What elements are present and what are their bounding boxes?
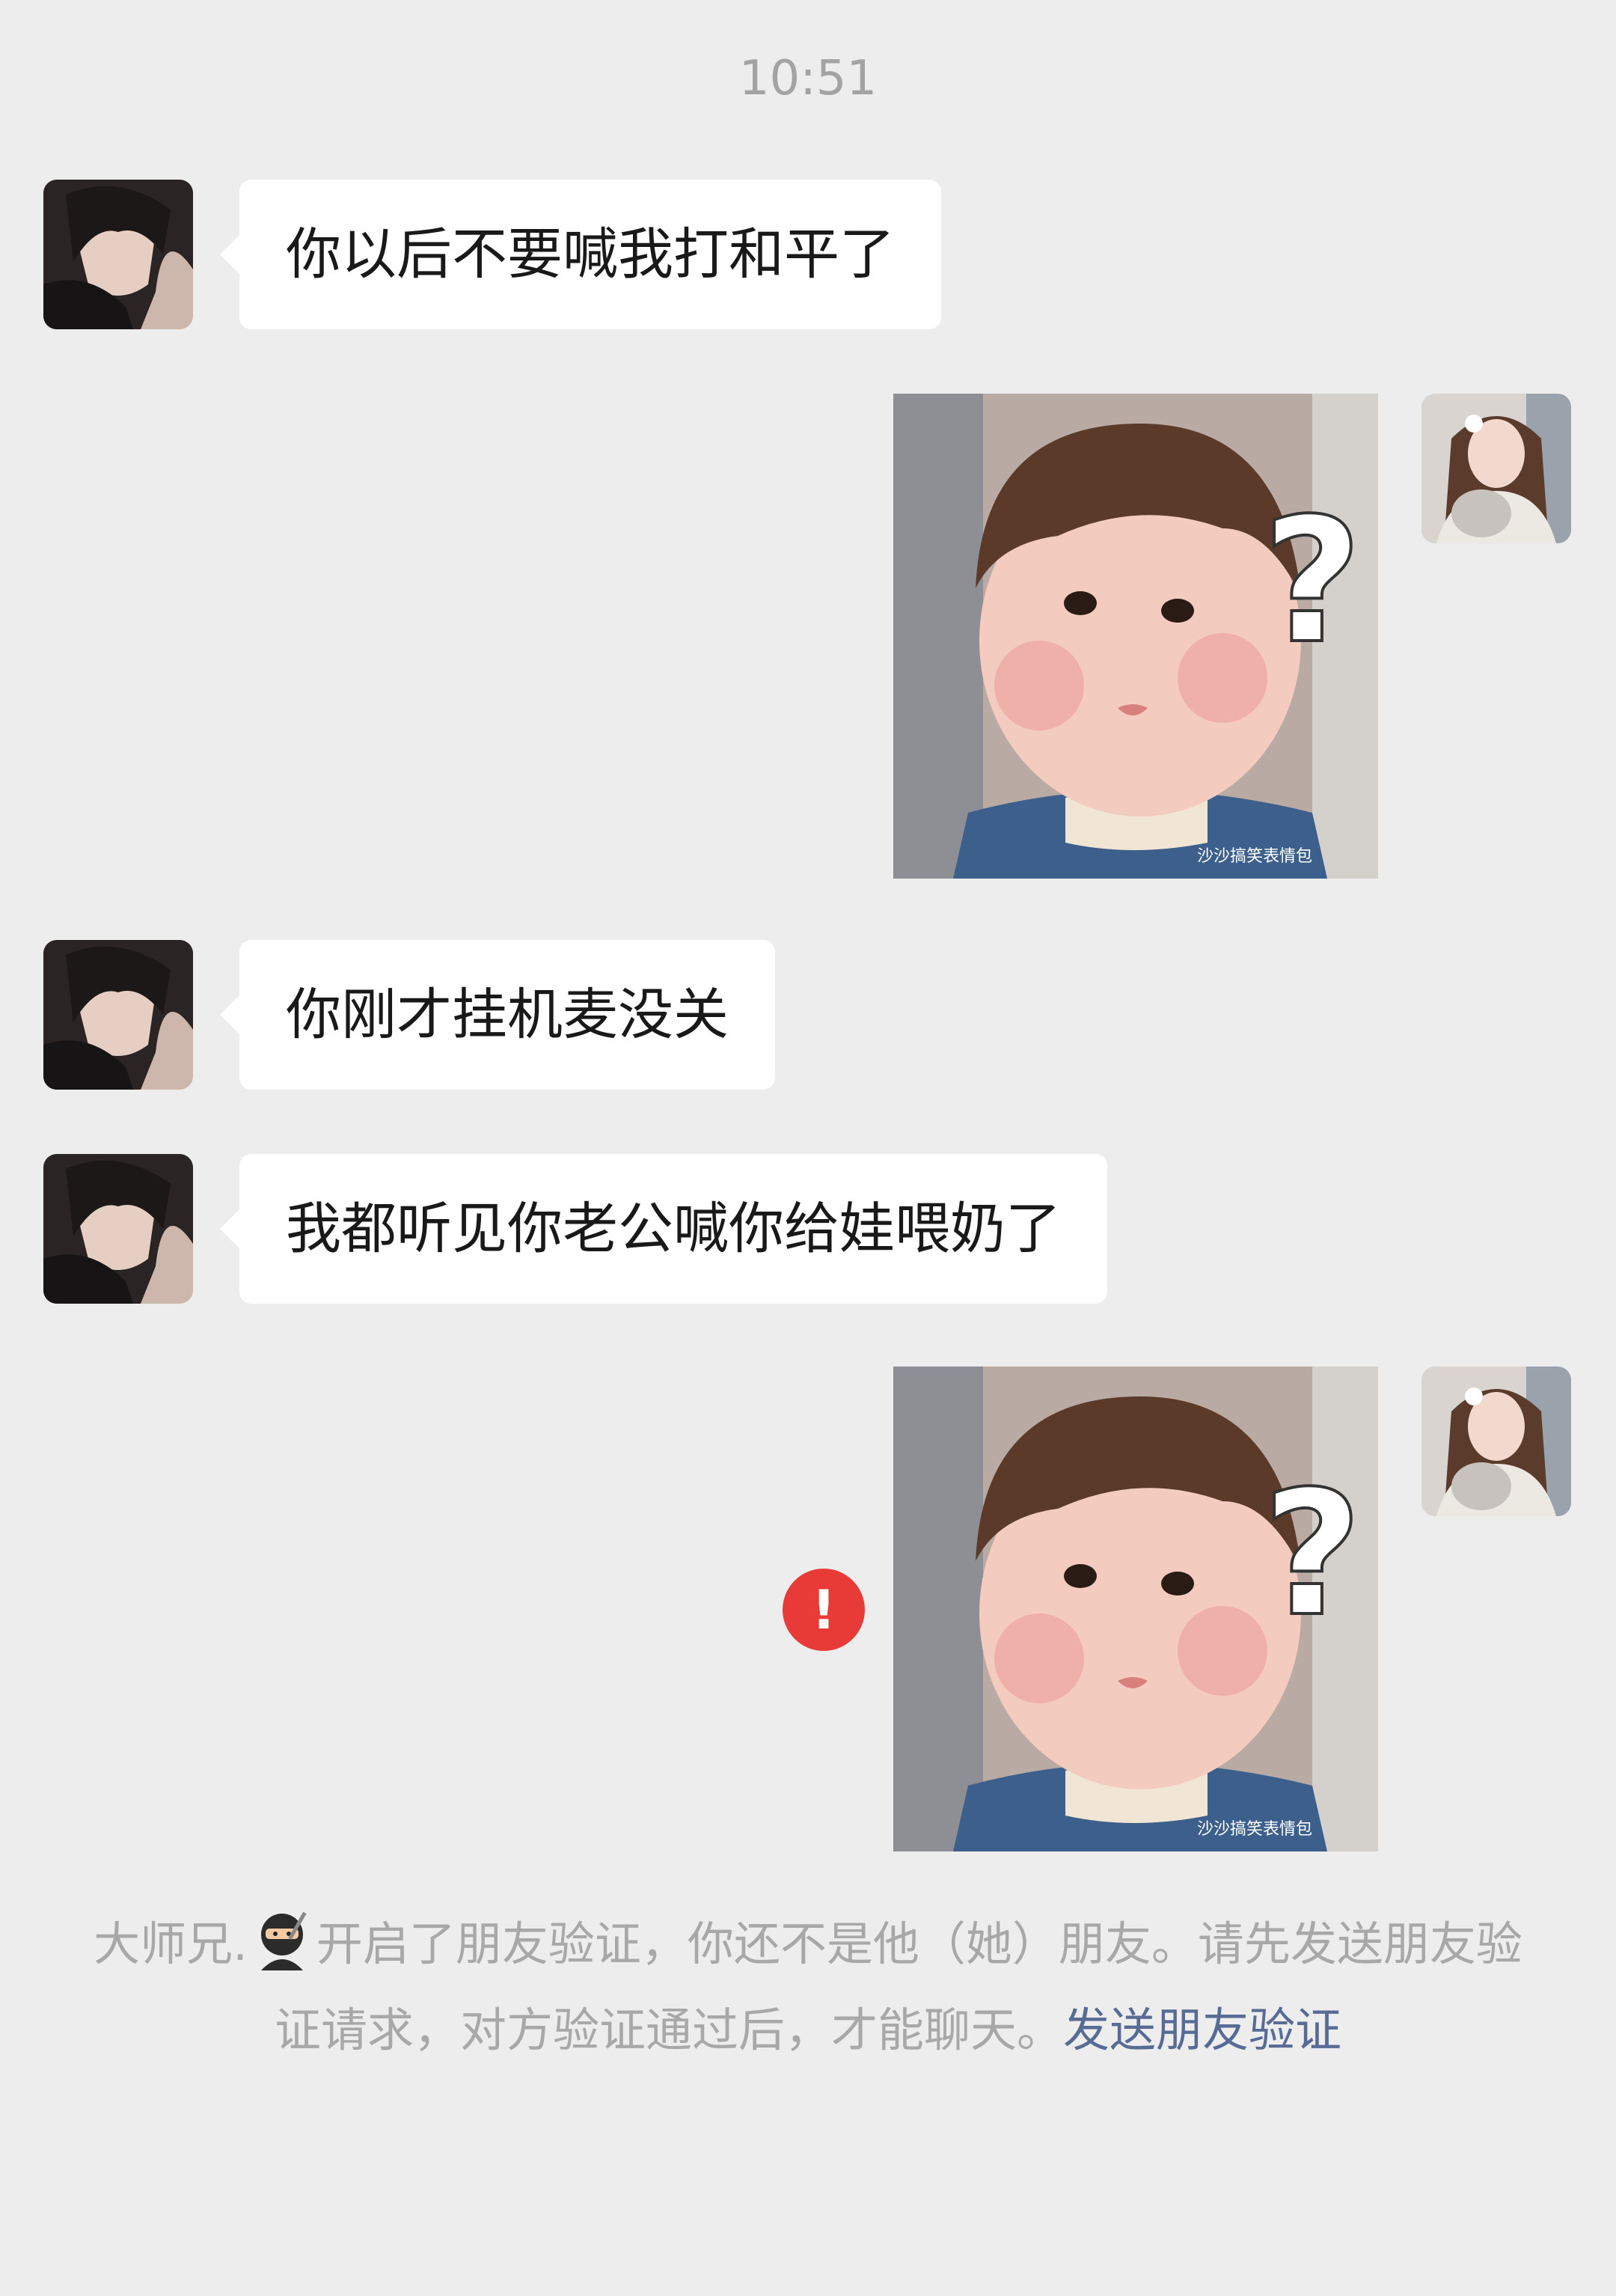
incoming-message-bubble[interactable]: 你以后不要喊我打和平了	[220, 180, 941, 329]
girl-with-cat-avatar-icon	[1421, 1367, 1571, 1516]
contact-avatar[interactable]	[43, 1154, 193, 1304]
dark-hair-boy-avatar-icon	[43, 1154, 193, 1304]
send-failed-icon[interactable]: !	[783, 1569, 865, 1651]
contact-avatar[interactable]	[43, 180, 193, 329]
confused-baby-sticker-icon: ? 沙沙搞笑表情包	[893, 1367, 1378, 1851]
my-avatar[interactable]	[1421, 1367, 1571, 1516]
incoming-message-bubble[interactable]: 我都听见你老公喊你给娃喂奶了	[220, 1154, 1107, 1304]
friend-verification-notice: 大师兄. 开启了朋友验证，你还不是他（她）朋友。请先发送朋友验证请求，对方验证通…	[90, 1901, 1526, 2073]
dark-hair-boy-avatar-icon	[43, 940, 193, 1090]
incoming-message-bubble[interactable]: 你刚才挂机麦没关	[220, 940, 775, 1090]
my-avatar[interactable]	[1421, 394, 1571, 543]
girl-with-cat-avatar-icon	[1421, 394, 1571, 543]
svg-text:?: ?	[1262, 1455, 1362, 1655]
ninja-emoji-icon	[260, 1911, 307, 1970]
contact-name: 大师兄.	[94, 1917, 248, 1971]
confused-baby-sticker-icon: ? 沙沙搞笑表情包	[893, 394, 1378, 879]
sticker-watermark: 沙沙搞笑表情包	[1197, 1820, 1312, 1839]
send-friend-request-link[interactable]: 发送朋友验证	[1063, 2003, 1341, 2057]
sticker-watermark: 沙沙搞笑表情包	[1197, 847, 1312, 866]
sticker-message[interactable]: ? 沙沙搞笑表情包	[893, 1367, 1378, 1851]
svg-text:?: ?	[1262, 482, 1362, 682]
dark-hair-boy-avatar-icon	[43, 180, 193, 329]
contact-avatar[interactable]	[43, 940, 193, 1090]
sticker-message[interactable]: ? 沙沙搞笑表情包	[893, 394, 1378, 879]
message-timestamp: 10:51	[738, 51, 878, 106]
